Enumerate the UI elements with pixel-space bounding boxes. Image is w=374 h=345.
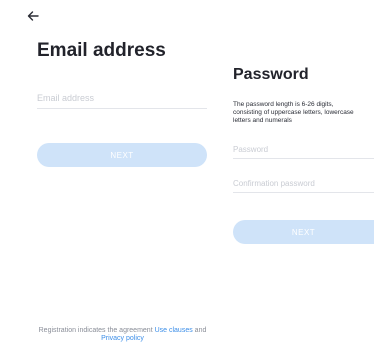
agreement-and-text: and <box>192 327 207 334</box>
email-input[interactable] <box>37 88 207 109</box>
password-step-title: Password <box>233 66 309 83</box>
use-clauses-link[interactable]: Use clauses <box>155 327 193 334</box>
email-next-button[interactable]: NEXT <box>37 143 207 167</box>
password-requirements-line: letters and numerals <box>233 117 292 125</box>
password-requirements-text: The password length is 6-26 digits, cons… <box>233 101 374 125</box>
agreement-line-1: Registration indicates the agreement Use… <box>0 327 245 335</box>
confirm-password-input[interactable] <box>233 174 374 193</box>
password-requirements-line: consisting of uppercase letters, lowerca… <box>233 109 354 117</box>
back-arrow-icon[interactable] <box>25 8 41 24</box>
privacy-policy-link[interactable]: Privacy policy <box>101 335 144 342</box>
email-step-title: Email address <box>37 40 166 61</box>
agreement-line-2: Privacy policy <box>0 335 245 343</box>
agreement-footer: Registration indicates the agreement Use… <box>0 327 245 343</box>
password-next-button[interactable]: NEXT <box>233 220 374 244</box>
agreement-text: Registration indicates the agreement <box>38 327 155 334</box>
password-input[interactable] <box>233 140 374 159</box>
password-requirements-line: The password length is 6-26 digits, <box>233 101 334 108</box>
